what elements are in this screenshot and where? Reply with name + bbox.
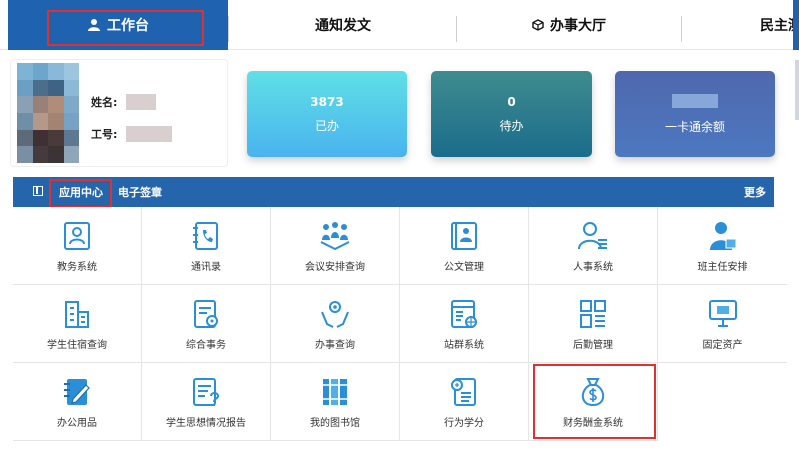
- divider: [228, 16, 229, 42]
- app-tile-logistics[interactable]: 后勤管理: [529, 285, 658, 363]
- app-label: 财务酬金系统: [563, 418, 623, 429]
- stat-todo-card[interactable]: 0 待办: [431, 71, 592, 157]
- user-icon: [88, 19, 100, 31]
- app-tile-head-teacher[interactable]: 班主任安排: [658, 207, 787, 285]
- stat-todo-label: 待办: [499, 118, 524, 133]
- app-tile-my-library[interactable]: 我的图书馆: [271, 363, 400, 441]
- stat-done-label: 已办: [314, 118, 339, 133]
- nav-edge: [793, 0, 799, 50]
- app-tile-finance-salary[interactable]: 财务酬金系统: [529, 363, 658, 441]
- tab-service-hall[interactable]: 办事大厅: [457, 0, 681, 50]
- person-list-icon: [578, 222, 607, 250]
- avatar: [17, 63, 79, 163]
- app-tile-office-supplies[interactable]: 办公用品: [13, 363, 142, 441]
- notebook-pen-icon: [64, 379, 90, 405]
- app-label: 办公用品: [57, 418, 97, 429]
- app-label: 固定资产: [702, 340, 743, 351]
- app-label: 综合事务: [186, 340, 226, 351]
- stat-done-value: 3873: [310, 94, 344, 109]
- cube-icon: [532, 19, 544, 31]
- stat-card-balance[interactable]: 一卡通余额: [615, 71, 775, 157]
- id-card-icon: [64, 222, 90, 250]
- stat-card-label: 一卡通余额: [664, 119, 725, 134]
- app-tile-student-report[interactable]: 学生思想情况报告: [142, 363, 271, 441]
- books-icon: [323, 379, 347, 405]
- tab-workbench[interactable]: 工作台: [8, 0, 228, 50]
- app-tile-general-affairs[interactable]: 综合事务: [142, 285, 271, 363]
- document-icon: [451, 222, 477, 250]
- app-tile-documents[interactable]: 公文管理: [400, 207, 529, 285]
- app-tile-dorm[interactable]: 学生住宿查询: [13, 285, 142, 363]
- app-label: 班主任安排: [697, 262, 748, 273]
- app-label: 后勤管理: [573, 340, 613, 351]
- tab-label: 通知发文: [315, 18, 371, 34]
- monitor-icon: [708, 300, 737, 327]
- app-label: 教务系统: [57, 262, 97, 273]
- app-label: 行为学分: [444, 418, 484, 429]
- app-label: 公文管理: [444, 262, 484, 273]
- app-tile-meeting[interactable]: 会议安排查询: [271, 207, 400, 285]
- stat-todo-value: 0: [507, 94, 516, 109]
- tab-e-signature[interactable]: 电子签章: [118, 184, 162, 200]
- tab-label: 工作台: [107, 18, 149, 34]
- stat-done-card[interactable]: 3873 已办: [247, 71, 407, 157]
- name-label: 姓名:: [91, 96, 118, 109]
- tab-notices[interactable]: 通知发文: [230, 0, 456, 50]
- phone-book-icon: [193, 222, 218, 250]
- app-label: 学生思想情况报告: [166, 418, 246, 429]
- hands-gear-icon: [321, 301, 349, 328]
- app-label: 通讯录: [191, 262, 221, 273]
- building-icon: [65, 301, 89, 328]
- report-question-icon: [193, 378, 220, 406]
- app-tile-fixed-assets[interactable]: 固定资产: [658, 285, 787, 363]
- scrollbar[interactable]: [795, 60, 799, 120]
- id-value-redacted: [126, 126, 172, 142]
- app-tile-service-query[interactable]: 办事查询: [271, 285, 400, 363]
- app-label: 办事查询: [315, 340, 355, 351]
- app-label: 我的图书馆: [310, 418, 360, 429]
- app-tile-contacts[interactable]: 通讯录: [142, 207, 271, 285]
- app-tile-site-group[interactable]: 站群系统: [400, 285, 529, 363]
- balance-value-redacted: [672, 93, 718, 108]
- name-value-redacted: [126, 94, 156, 110]
- profile-card: 姓名: 工号:: [10, 59, 228, 167]
- app-tile-behavior-credits[interactable]: 行为学分: [400, 363, 529, 441]
- layout-icon: [33, 186, 43, 196]
- app-label: 会议安排查询: [305, 262, 365, 273]
- divider: [681, 16, 682, 42]
- tab-app-center[interactable]: 应用中心: [59, 184, 103, 200]
- id-label: 工号:: [91, 128, 118, 141]
- teacher-icon: [709, 222, 736, 250]
- site-group-icon: [451, 300, 477, 328]
- money-bag-icon: [581, 378, 605, 407]
- app-center-header: 应用中心 电子签章 更多: [13, 177, 774, 207]
- app-tile-hr[interactable]: 人事系统: [529, 207, 658, 285]
- app-label: 站群系统: [444, 340, 484, 351]
- app-label: 学生住宿查询: [47, 340, 107, 351]
- app-tile-academic[interactable]: 教务系统: [13, 207, 142, 285]
- grid-apps-icon: [580, 300, 606, 328]
- top-navigation: 工作台 通知发文 办事大厅 民主测: [0, 0, 799, 50]
- app-label: 人事系统: [573, 262, 613, 273]
- score-doc-icon: [451, 378, 476, 406]
- settings-doc-icon: [194, 300, 218, 328]
- tab-label: 办事大厅: [550, 18, 606, 34]
- more-link[interactable]: 更多: [744, 184, 766, 200]
- meeting-icon: [320, 222, 350, 251]
- app-grid: 教务系统 通讯录 会议安排查询 公文管理 人事系统 班主任安排 学生住宿查询 综…: [13, 207, 788, 441]
